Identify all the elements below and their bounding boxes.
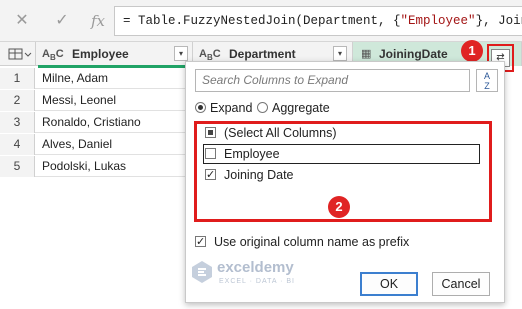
row-number: 4 — [0, 134, 35, 155]
fx-icon[interactable]: fx — [88, 12, 108, 30]
checkbox-label: Use original column name as prefix — [214, 235, 410, 249]
check-icon[interactable]: ✓ — [52, 12, 72, 30]
radio-selected-icon — [195, 102, 206, 113]
row-number: 2 — [0, 90, 35, 111]
sort-az-button[interactable]: A Z — [476, 69, 498, 92]
aggregate-radio[interactable]: Aggregate — [257, 100, 330, 116]
search-columns-input[interactable]: Search Columns to Expand — [195, 69, 470, 92]
watermark-tagline: EXCEL · DATA · BI — [219, 278, 295, 285]
table-row[interactable]: 1 Milne, Adam — [0, 68, 200, 89]
expand-radio[interactable]: Expand — [195, 100, 252, 116]
table-row[interactable]: 5 Podolski, Lukas — [0, 156, 200, 177]
watermark-brand: exceldemy — [217, 259, 294, 276]
formula-text-string: "Employee" — [400, 14, 476, 28]
sort-a-label: A — [483, 71, 490, 81]
filter-dropdown-button[interactable]: ▾ — [333, 46, 347, 61]
employee-cell[interactable]: Ronaldo, Cristiano — [36, 112, 196, 133]
filter-dropdown-button[interactable]: ▾ — [174, 46, 188, 61]
step-1-badge: 1 — [461, 40, 483, 62]
employee-cell[interactable]: Messi, Leonel — [36, 90, 196, 111]
sort-z-label: Z — [484, 81, 490, 91]
exceldemy-logo-icon — [192, 261, 212, 283]
table-row[interactable]: 3 Ronaldo, Cristiano — [0, 112, 200, 133]
employee-cell[interactable]: Podolski, Lukas — [36, 156, 196, 177]
formula-text-suffix: }, JoiningDat — [475, 14, 522, 28]
use-prefix-checkbox[interactable]: Use original column name as prefix — [195, 234, 409, 251]
expand-columns-panel: Search Columns to Expand A Z Expand Aggr… — [185, 61, 505, 303]
row-number: 5 — [0, 156, 35, 177]
cancel-button[interactable]: Cancel — [432, 272, 490, 296]
table-row[interactable]: 4 Alves, Daniel — [0, 134, 200, 155]
column-header-label: Employee — [72, 47, 129, 61]
employee-cell[interactable]: Alves, Daniel — [36, 134, 196, 155]
formula-text-prefix: = Table.FuzzyNestedJoin(Department, { — [123, 14, 401, 28]
column-header-employee[interactable]: ABC Employee ▾ — [36, 42, 193, 66]
employee-cell[interactable]: Milne, Adam — [36, 68, 196, 89]
expand-radio-label: Expand — [210, 101, 253, 115]
radio-unselected-icon — [257, 102, 268, 113]
table-icon — [8, 48, 32, 60]
formula-bar: ✕ ✓ fx = Table.FuzzyNestedJoin(Departmen… — [0, 0, 522, 42]
step-2-badge: 2 — [328, 196, 350, 218]
exceldemy-watermark: exceldemy EXCEL · DATA · BI — [191, 259, 341, 293]
table-menu-button[interactable] — [0, 42, 36, 66]
formula-input[interactable]: = Table.FuzzyNestedJoin(Department, {"Em… — [114, 6, 522, 36]
checked-checkbox-icon — [195, 234, 206, 251]
close-icon[interactable]: ✕ — [12, 12, 32, 30]
table-row[interactable]: 2 Messi, Leonel — [0, 90, 200, 111]
aggregate-radio-label: Aggregate — [272, 101, 330, 115]
row-number: 1 — [0, 68, 35, 89]
ok-button[interactable]: OK — [360, 272, 418, 296]
row-number: 3 — [0, 112, 35, 133]
